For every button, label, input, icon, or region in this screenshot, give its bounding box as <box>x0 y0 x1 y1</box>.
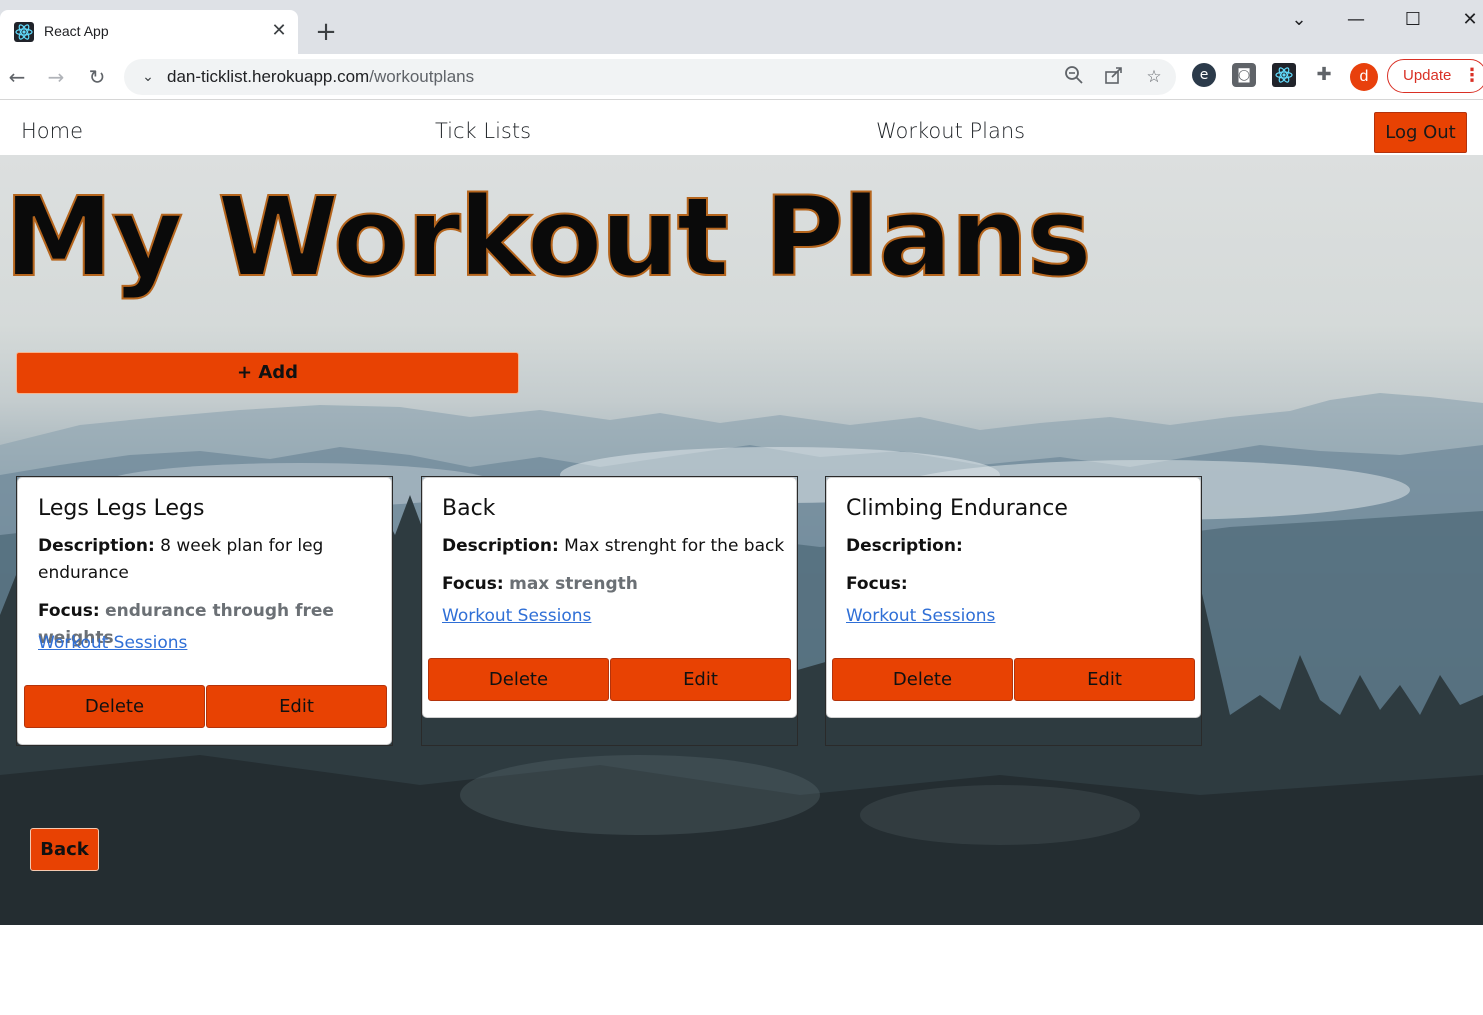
browser-tab[interactable]: React App ✕ <box>0 10 298 54</box>
description-label: Description: <box>38 536 155 556</box>
plan-card: Back Description: Max strenght for the b… <box>422 477 797 718</box>
back-button[interactable]: Back <box>30 828 99 871</box>
address-bar[interactable]: ⌄ dan-ticklist.herokuapp.com/workoutplan… <box>124 59 1176 95</box>
more-menu-icon[interactable]: ⋮ <box>1463 62 1481 90</box>
plan-title: Back <box>442 496 496 521</box>
plan-description: Description: Max strenght for the back <box>442 533 784 560</box>
extension-e-icon[interactable]: e <box>1192 63 1216 87</box>
focus-label: Focus: <box>442 574 504 594</box>
plan-focus: Focus: <box>846 571 908 598</box>
tab-title: React App <box>44 23 109 39</box>
edit-button[interactable]: Edit <box>206 685 387 728</box>
new-tab-button[interactable]: + <box>314 18 338 46</box>
share-icon[interactable] <box>1102 65 1126 89</box>
plan-card: Legs Legs Legs Description: 8 week plan … <box>17 477 392 745</box>
logout-button[interactable]: Log Out <box>1374 112 1467 153</box>
plan-title: Legs Legs Legs <box>38 496 205 521</box>
close-tab-icon[interactable]: ✕ <box>270 20 288 42</box>
edit-button[interactable]: Edit <box>610 658 791 701</box>
back-arrow-icon[interactable]: ← <box>2 62 32 92</box>
plan-description: Description: <box>846 533 963 560</box>
plan-description: Description: 8 week plan for leg <box>38 533 323 560</box>
delete-button[interactable]: Delete <box>24 685 205 728</box>
nav-link-home[interactable]: Home <box>21 119 83 143</box>
nav-link-tick-lists[interactable]: Tick Lists <box>435 119 531 143</box>
forward-arrow-icon[interactable]: → <box>41 62 71 92</box>
close-window-button[interactable]: ✕ <box>1455 8 1483 32</box>
description-value: 8 week plan for leg <box>160 536 324 556</box>
plan-focus: Focus: max strength <box>442 571 638 598</box>
delete-button[interactable]: Delete <box>428 658 609 701</box>
bookmark-star-icon[interactable]: ☆ <box>1142 65 1166 89</box>
add-plan-button[interactable]: + Add <box>16 352 519 394</box>
browser-toolbar: ← → ↻ ⌄ dan-ticklist.herokuapp.com/worko… <box>0 54 1483 100</box>
reload-icon[interactable]: ↻ <box>82 62 112 92</box>
description-label: Description: <box>442 536 559 556</box>
description-label: Description: <box>846 536 963 556</box>
workout-sessions-link[interactable]: Workout Sessions <box>846 606 995 626</box>
url-path: /workoutplans <box>369 67 475 86</box>
zoom-icon[interactable] <box>1062 65 1086 89</box>
maximize-button[interactable]: ☐ <box>1398 8 1428 32</box>
minimize-button[interactable]: — <box>1341 8 1371 32</box>
site-info-icon[interactable]: ⌄ <box>136 65 160 89</box>
page-title: My Workout Plans <box>3 172 1093 302</box>
react-favicon-icon <box>14 22 34 42</box>
extension-grammar-icon[interactable]: ◙ <box>1232 63 1256 87</box>
workout-sessions-link[interactable]: Workout Sessions <box>442 606 591 626</box>
focus-label: Focus: <box>38 601 100 621</box>
browser-tabstrip: React App ✕ + ⌄ — ☐ ✕ <box>0 0 1483 54</box>
workout-sessions-link[interactable]: Workout Sessions <box>38 633 187 653</box>
app-navbar: Home Tick Lists Workout Plans <box>0 101 1483 155</box>
tab-search-icon[interactable]: ⌄ <box>1284 8 1314 32</box>
plan-description-cont: endurance <box>38 563 129 583</box>
delete-button[interactable]: Delete <box>832 658 1013 701</box>
profile-avatar[interactable]: d <box>1350 63 1378 91</box>
plan-card: Climbing Endurance Description: Focus: W… <box>826 477 1201 718</box>
edit-button[interactable]: Edit <box>1014 658 1195 701</box>
focus-value: max strength <box>509 574 638 594</box>
react-devtools-icon[interactable] <box>1272 63 1296 87</box>
focus-label: Focus: <box>846 574 908 594</box>
extensions-puzzle-icon[interactable]: ✚ <box>1312 63 1336 87</box>
url-host: dan-ticklist.herokuapp.com <box>167 67 370 86</box>
description-value: Max strenght for the back <box>564 536 785 556</box>
plan-title: Climbing Endurance <box>846 496 1068 521</box>
url-text: dan-ticklist.herokuapp.com/workoutplans <box>167 67 474 87</box>
nav-link-workout-plans[interactable]: Workout Plans <box>876 119 1025 143</box>
